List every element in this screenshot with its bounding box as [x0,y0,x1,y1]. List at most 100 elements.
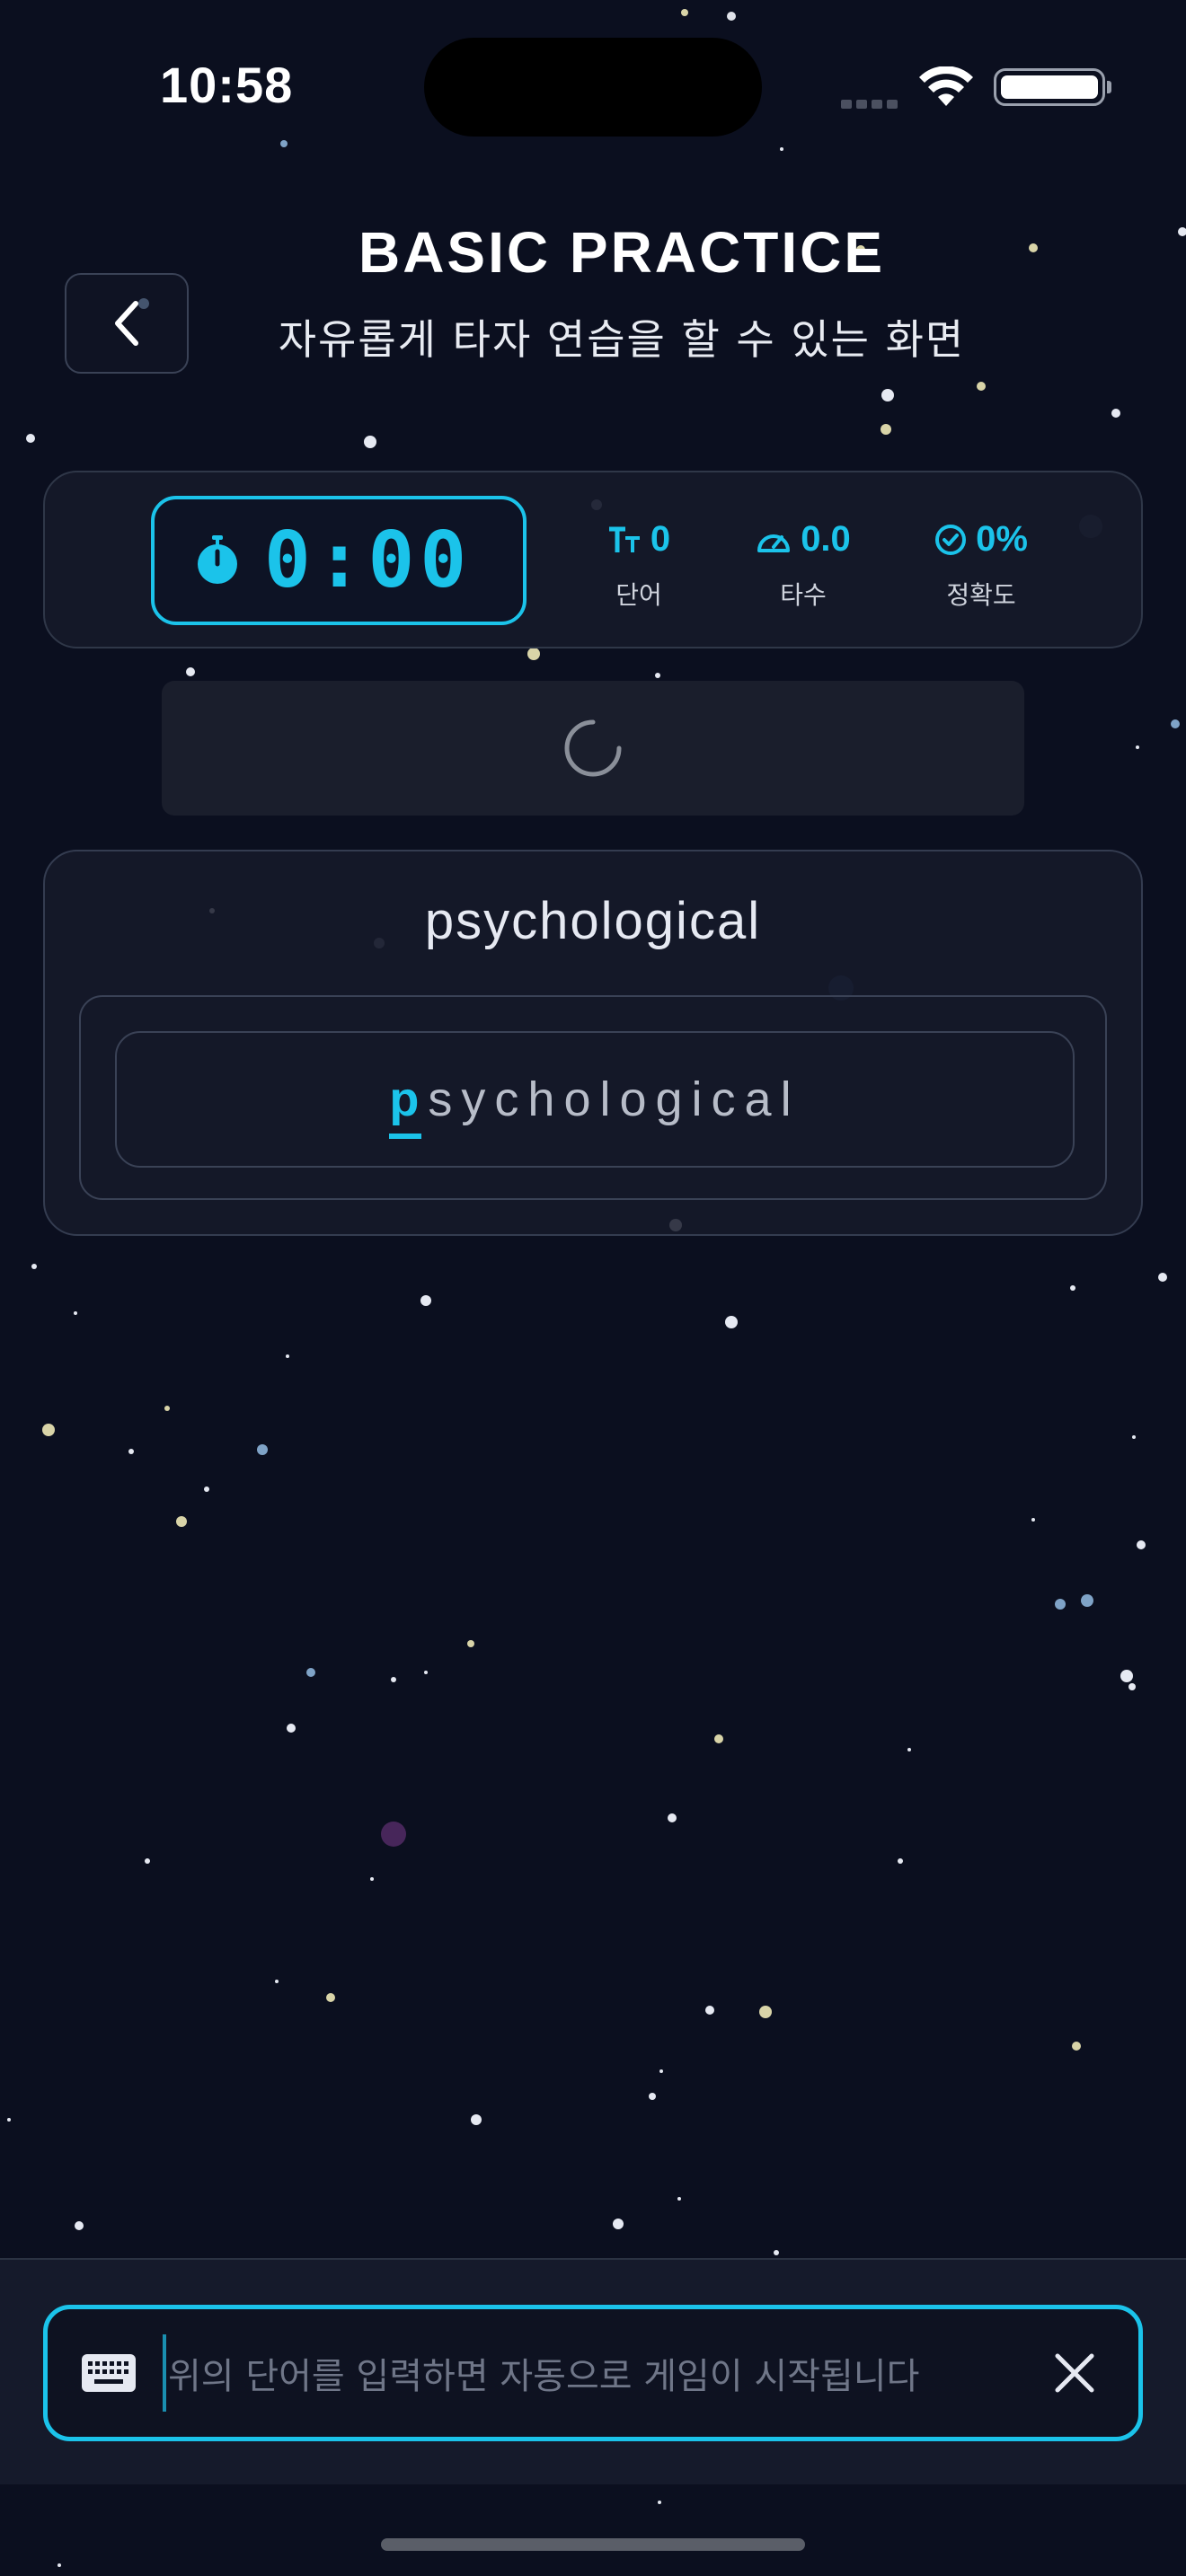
words-label: 단어 [615,580,662,610]
clear-input-button[interactable] [1047,2345,1102,2401]
star-dot [1120,1670,1133,1682]
home-indicator[interactable] [381,2538,805,2551]
stat-accuracy: 0% 정확도 [900,519,1062,612]
star-dot [527,648,540,660]
star-dot [286,1354,289,1358]
star-dot [1055,1599,1066,1610]
star-dot [1171,719,1180,728]
star-dot [759,2006,772,2018]
star-dot [58,2563,61,2567]
star-dot [145,1858,150,1864]
star-dot [176,1516,187,1527]
star-dot [655,673,660,678]
words-value: 0 [650,519,671,559]
timer-value: 0:00 [264,516,473,605]
star-dot [659,2069,663,2073]
loading-spinner-icon [564,719,622,777]
text-caret [163,2334,166,2412]
battery-icon [994,68,1111,106]
star-dot [26,434,35,443]
star-dot [677,2197,681,2201]
star-dot [881,424,891,435]
star-dot [74,1311,77,1315]
typing-display-frame: p sychological [79,995,1107,1200]
star-dot [186,667,195,676]
star-dot [280,140,288,147]
text-size-icon [608,526,640,552]
star-dot [1081,1594,1093,1607]
star-dot [705,2006,714,2015]
star-dot [391,1677,396,1682]
star-dot [774,2250,779,2255]
typing-display: p sychological [115,1031,1075,1168]
star-dot [1158,1273,1167,1282]
wifi-icon [918,66,974,111]
speed-label: 타수 [780,580,827,610]
typing-input-field[interactable]: 위의 단어를 입력하면 자동으로 게임이 시작됩니다 [43,2305,1143,2441]
star-dot [1137,1540,1146,1549]
star-dot [370,1877,374,1881]
star-dot [727,12,736,21]
typing-word: p sychological [389,1072,801,1139]
input-placeholder: 위의 단어를 입력하면 자동으로 게임이 시작됩니다 [168,2356,920,2397]
star-dot [31,1264,37,1269]
star-dot [420,1295,431,1306]
accuracy-value: 0% [976,519,1028,559]
page-subtitle: 자유롭게 타자 연습을 할 수 있는 화면 [278,315,966,364]
star-dot [1072,2042,1081,2051]
star-dot [467,1640,474,1647]
status-time: 10:58 [160,57,294,113]
typing-cursor-underline [389,1134,422,1139]
star-dot [424,1671,428,1674]
loading-panel [162,681,1024,816]
star-dot [681,9,688,16]
star-dot [164,1406,170,1411]
check-circle-icon [935,524,967,555]
star-dot [75,2221,84,2230]
star-dot [1128,1683,1136,1690]
stat-speed: 0.0 타수 [722,519,884,612]
timer-display: 0:00 [151,496,527,625]
star-dot [649,2093,656,2100]
starfield-background [7,9,1186,2567]
star-dot [326,1993,335,2002]
practice-card: psychological p sychological [43,850,1143,1236]
star-dot [898,1858,903,1864]
star-dot [1132,1435,1136,1439]
star-dot [471,2114,482,2125]
star-dot [1031,1518,1035,1522]
bottom-input-bar: 위의 단어를 입력하면 자동으로 게임이 시작됩니다 [0,2258,1186,2484]
star-dot [658,2501,661,2504]
star-dot [668,1813,677,1822]
stopwatch-icon [198,535,237,584]
close-icon [1055,2353,1094,2393]
stats-card: 0:00 0 단어 0.0 타수 0% 정확도 [43,471,1143,648]
star-dot [204,1486,209,1492]
star-dot [907,1748,911,1751]
star-dot [306,1668,315,1677]
star-dot [381,1822,406,1847]
star-dot [1070,1285,1075,1291]
keyboard-icon[interactable] [82,2354,136,2392]
star-dot [257,1444,268,1455]
star-dot [275,1980,279,1983]
star-dot [613,2219,624,2229]
stat-words: 0 단어 [558,519,720,612]
dynamic-island [424,38,762,137]
page-title: BASIC PRACTICE [358,220,886,285]
star-dot [977,382,986,391]
star-dot [364,436,376,448]
typing-remaining: sychological [428,1072,801,1126]
star-dot [725,1316,738,1328]
speed-value: 0.0 [801,519,851,559]
star-dot [881,389,894,401]
star-dot [780,147,783,151]
target-word: psychological [424,892,762,950]
speedometer-icon [757,534,791,552]
star-dot [1136,745,1139,749]
accuracy-label: 정확도 [946,580,1016,610]
cellular-signal-icon [841,95,902,112]
star-dot [1111,409,1120,418]
star-dot [714,1734,723,1743]
star-dot [287,1724,296,1733]
